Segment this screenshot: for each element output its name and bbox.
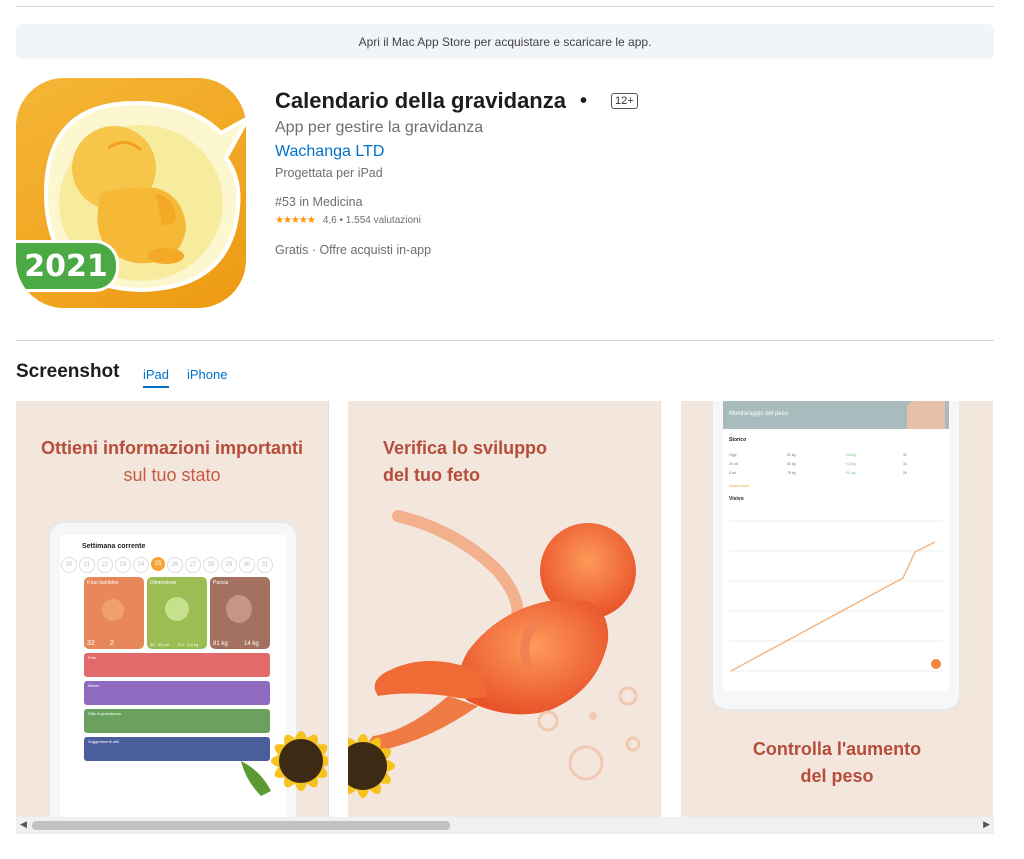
- table-cell: 32: [903, 453, 907, 457]
- screenshot-1[interactable]: Ottieni informazioni importanti sul tuo …: [16, 401, 329, 817]
- banner-text: Apri il Mac App Store per acquistare e s…: [358, 34, 652, 49]
- week-item: 30: [239, 557, 255, 573]
- visual-label: Visivo: [729, 496, 744, 502]
- info-card-size: Dimensione 30 - 35 cm 0,5 - 0,8 kg: [147, 577, 207, 649]
- info-card-baby: Il tuo bambino 32 2: [84, 577, 144, 649]
- scrollbar-thumb[interactable]: [32, 821, 450, 830]
- table-cell: 8 ott: [729, 471, 736, 475]
- info-card-value: 30 - 35 cm: [150, 642, 169, 647]
- screenshot-2[interactable]: Verifica lo sviluppo del tuo feto: [348, 401, 661, 817]
- show-more-link: Mostra di più: [729, 484, 750, 488]
- info-card-value: 14 kg: [244, 641, 259, 647]
- info-card-value: 2: [110, 640, 114, 647]
- scroll-left-icon[interactable]: ◀: [20, 819, 27, 830]
- table-cell: +14 kg: [845, 453, 856, 457]
- info-card-label: Dimensione: [150, 580, 177, 586]
- info-card-label: Pancia: [213, 580, 229, 586]
- table-cell: +11 kg: [845, 471, 856, 475]
- table-cell: 81 kg: [787, 453, 796, 457]
- week-item: 31: [257, 557, 273, 573]
- scroll-right-icon[interactable]: ▶: [983, 819, 990, 830]
- tab-ipad[interactable]: iPad: [143, 367, 170, 388]
- developer-link[interactable]: Wachanga LTD: [275, 143, 384, 161]
- title-separator: •: [579, 89, 587, 112]
- age-rating-badge: 12+: [611, 93, 638, 109]
- tablet-screen: Monitoraggio del peso Storico Oggi 81 kg…: [723, 401, 949, 691]
- info-card-value: 81 kg: [213, 641, 228, 647]
- screenshot-1-heading: Ottieni informazioni importanti sul tuo …: [16, 435, 328, 489]
- table-cell: 20 ott: [729, 462, 738, 466]
- year-badge-text: 2021: [24, 248, 108, 284]
- table-row: 8 ott 78 kg +11 kg 29: [729, 471, 939, 480]
- section-divider: [16, 340, 994, 341]
- screenshots-scrollbar[interactable]: ◀ ▶: [16, 817, 994, 834]
- app-header: Calendario della gravidanza • 12+: [275, 88, 638, 114]
- screenshot-1-line2: sul tuo stato: [123, 465, 221, 485]
- tablet-frame: Monitoraggio del peso Storico Oggi 81 kg…: [713, 401, 959, 709]
- pregnant-woman-icon: [907, 401, 945, 429]
- screenshot-3-heading: Controlla l'aumento del peso: [681, 736, 993, 790]
- screenshot-3-line1: Controlla l'aumento: [752, 739, 922, 759]
- week-item: 24: [133, 557, 149, 573]
- sunflower-icon: [241, 731, 328, 796]
- info-card-belly: Pancia 81 kg 14 kg: [210, 577, 270, 649]
- info-row-fetus: Feto: [84, 653, 270, 677]
- history-label: Storico: [729, 437, 747, 443]
- app-icon: 2021: [16, 78, 246, 308]
- screenshot-2-heading: Verifica lo sviluppo del tuo feto: [383, 435, 547, 489]
- tablet-title: Settimana corrente: [82, 543, 146, 550]
- table-cell: 31: [903, 462, 907, 466]
- screenshot-3-line2: del peso: [800, 766, 874, 786]
- screenshot-3[interactable]: Monitoraggio del peso Storico Oggi 81 kg…: [681, 401, 993, 817]
- table-row: Oggi 81 kg +14 kg 32: [729, 453, 939, 462]
- week-item: 26: [167, 557, 183, 573]
- info-card-value: 32: [87, 640, 95, 647]
- rating-text: 4,6 • 1.554 valutazioni: [322, 215, 421, 226]
- info-row-label: Feto: [88, 655, 97, 660]
- top-divider: [16, 6, 994, 7]
- week-item: 23: [115, 557, 131, 573]
- table-cell: 78 kg: [787, 471, 796, 475]
- table-cell: +13 kg: [845, 462, 856, 466]
- price-text: Gratis · Offre acquisti in-app: [275, 243, 432, 257]
- cabbage-icon: [165, 597, 189, 621]
- week-item: 20: [61, 557, 77, 573]
- year-badge: 2021: [16, 240, 119, 292]
- sunflower-icon: [348, 734, 395, 798]
- designed-for-ipad: Progettata per iPad: [275, 166, 383, 180]
- fetus-icon: [102, 599, 124, 621]
- rating-row: ★★★★★ 4,6 • 1.554 valutazioni: [275, 215, 421, 226]
- screenshot-2-line1: Verifica lo sviluppo: [383, 438, 548, 458]
- app-subtitle: App per gestire la gravidanza: [275, 119, 484, 136]
- screenshots-title: Screenshot: [16, 361, 120, 382]
- table-cell: 29: [903, 471, 907, 475]
- table-cell: 80 kg: [787, 462, 796, 466]
- week-item: 21: [79, 557, 95, 573]
- screenshot-1-line1: Ottieni informazioni importanti: [41, 438, 303, 458]
- table-row: 20 ott 80 kg +13 kg 31: [729, 462, 939, 471]
- mac-app-store-banner[interactable]: Apri il Mac App Store per acquistare e s…: [16, 24, 994, 59]
- weight-header: Monitoraggio del peso: [723, 401, 949, 429]
- category-rank[interactable]: #53 in Medicina: [275, 195, 363, 209]
- screenshot-2-line2: del tuo feto: [383, 465, 480, 485]
- rating-stars-icon: ★★★★★: [275, 215, 316, 226]
- week-item-current: 25: [151, 557, 165, 571]
- info-card-label: Il tuo bambino: [87, 580, 119, 586]
- week-item: 27: [185, 557, 201, 573]
- app-title: Calendario della gravidanza: [275, 88, 566, 113]
- history-table: Oggi 81 kg +14 kg 32 20 ott 80 kg +13 kg…: [729, 453, 939, 480]
- week-item: 28: [203, 557, 219, 573]
- info-card-value: 0,5 - 0,8 kg: [178, 642, 199, 647]
- info-row-label: Madre: [88, 683, 100, 688]
- weight-header-title: Monitoraggio del peso: [729, 411, 789, 417]
- tab-iphone[interactable]: iPhone: [187, 367, 227, 386]
- weight-chart: [729, 520, 943, 672]
- week-item: 29: [221, 557, 237, 573]
- belly-icon: [226, 595, 252, 623]
- week-selector: 20 21 22 23 24 25 26 27 28 29 30 31: [60, 557, 287, 573]
- week-item: 22: [97, 557, 113, 573]
- add-weight-button-icon: [931, 659, 941, 669]
- table-cell: Oggi: [729, 453, 737, 457]
